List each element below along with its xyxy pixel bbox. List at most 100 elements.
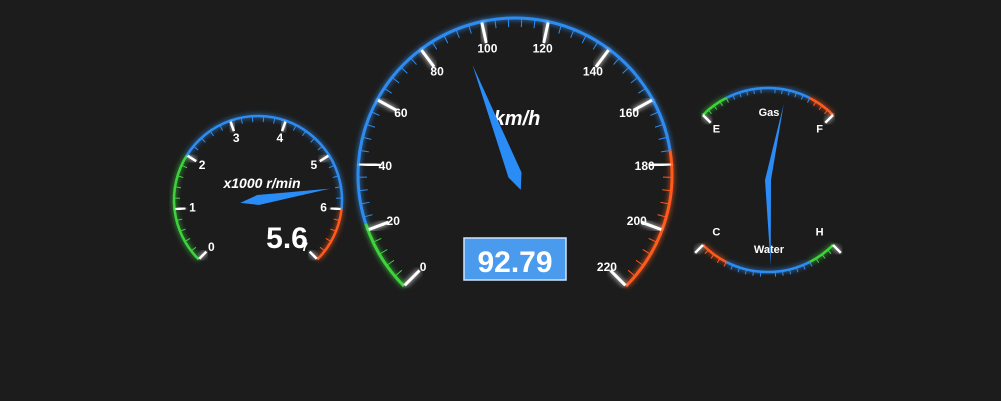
minor-tick bbox=[360, 150, 369, 153]
tick-label: 0 bbox=[208, 240, 215, 254]
tick-label: 20 bbox=[387, 214, 401, 228]
minor-tick bbox=[387, 259, 395, 266]
arc-band-0 bbox=[364, 223, 406, 288]
major-tick bbox=[280, 121, 287, 132]
tick-label: C bbox=[712, 227, 720, 239]
minor-tick bbox=[468, 25, 472, 34]
tick-label: 160 bbox=[619, 106, 639, 120]
minor-tick bbox=[319, 246, 325, 251]
gauge-name: Gas bbox=[759, 107, 780, 119]
minor-tick bbox=[201, 138, 206, 143]
gas-gauge: E F Gas bbox=[702, 86, 834, 180]
minor-tick bbox=[364, 214, 373, 218]
unit-label: x1000 r/min bbox=[222, 175, 300, 191]
tick-label: 6 bbox=[320, 201, 327, 215]
minor-tick bbox=[177, 218, 183, 221]
speed-gauge: 0 20 40 60 80 100 120 140 160 180 200 220 km/h 92.79 bbox=[356, 16, 674, 288]
minor-tick bbox=[330, 228, 336, 232]
tick-label: 120 bbox=[533, 41, 553, 55]
minor-tick bbox=[219, 125, 224, 131]
minor-tick bbox=[193, 146, 199, 151]
tick-label: 3 bbox=[233, 131, 240, 145]
minor-tick bbox=[455, 30, 460, 39]
major-tick bbox=[198, 250, 208, 260]
minor-tick bbox=[410, 58, 417, 65]
major-tick bbox=[832, 244, 842, 254]
minor-tick bbox=[638, 88, 646, 94]
minor-tick bbox=[395, 269, 403, 276]
major-tick bbox=[175, 206, 186, 211]
major-tick bbox=[359, 162, 381, 167]
gauge-pointer bbox=[240, 188, 331, 205]
minor-tick bbox=[317, 146, 323, 151]
minor-tick bbox=[384, 88, 392, 94]
tick-label: 40 bbox=[379, 159, 393, 173]
minor-tick bbox=[824, 109, 829, 115]
minor-tick bbox=[570, 30, 575, 39]
minor-tick bbox=[613, 58, 620, 65]
minor-tick bbox=[333, 218, 339, 221]
minor-tick bbox=[373, 237, 382, 243]
tick-label: 4 bbox=[276, 131, 283, 145]
minor-tick bbox=[827, 249, 832, 255]
minor-tick bbox=[660, 201, 669, 205]
minor-tick bbox=[180, 228, 186, 232]
minor-tick bbox=[443, 35, 449, 44]
minor-tick bbox=[710, 254, 715, 259]
value-readout: 5.6 bbox=[266, 222, 308, 255]
minor-tick bbox=[371, 111, 380, 116]
major-tick bbox=[330, 206, 341, 211]
tick-label: 220 bbox=[597, 260, 617, 274]
minor-tick bbox=[325, 238, 331, 242]
minor-tick bbox=[707, 109, 712, 115]
minor-tick bbox=[178, 175, 184, 179]
arc-band-2 bbox=[809, 244, 834, 264]
minor-tick bbox=[359, 189, 368, 192]
tick-label: 140 bbox=[583, 64, 603, 78]
minor-tick bbox=[182, 165, 188, 169]
tick-label: E bbox=[713, 123, 720, 135]
minor-tick bbox=[650, 111, 659, 116]
major-tick bbox=[403, 269, 421, 287]
minor-tick bbox=[210, 131, 214, 137]
minor-tick bbox=[367, 124, 376, 128]
minor-tick bbox=[310, 138, 315, 143]
tick-label: 2 bbox=[199, 158, 206, 172]
minor-tick bbox=[630, 77, 638, 84]
tick-label: 200 bbox=[627, 214, 647, 228]
minor-tick bbox=[361, 201, 370, 205]
major-tick bbox=[542, 22, 550, 44]
tick-label: H bbox=[816, 227, 824, 239]
unit-label: km/h bbox=[494, 108, 541, 130]
minor-tick bbox=[642, 249, 650, 255]
tick-label: 60 bbox=[394, 106, 408, 120]
minor-tick bbox=[328, 165, 334, 169]
tick-label: F bbox=[816, 123, 823, 135]
tick-label: 1 bbox=[189, 201, 196, 215]
gauge-name: Water bbox=[754, 244, 785, 256]
minor-tick bbox=[191, 246, 197, 251]
minor-tick bbox=[713, 105, 718, 110]
water-gauge: C H Water bbox=[694, 180, 842, 283]
minor-tick bbox=[627, 269, 635, 276]
minor-tick bbox=[658, 137, 667, 140]
minor-tick bbox=[635, 259, 643, 266]
minor-tick bbox=[273, 118, 276, 124]
tick-label: 5 bbox=[311, 158, 318, 172]
minor-tick bbox=[661, 150, 670, 153]
tick-label: 100 bbox=[477, 41, 497, 55]
minor-tick bbox=[558, 25, 562, 34]
minor-tick bbox=[392, 77, 400, 84]
value-readout: 92.79 bbox=[477, 246, 552, 279]
arc-band-2 bbox=[316, 209, 343, 261]
minor-tick bbox=[581, 35, 587, 44]
major-tick bbox=[702, 114, 712, 124]
tick-label: 0 bbox=[420, 260, 427, 274]
tick-label: 180 bbox=[635, 159, 655, 173]
minor-tick bbox=[240, 118, 243, 124]
major-tick bbox=[187, 154, 197, 163]
minor-tick bbox=[818, 105, 823, 110]
major-tick bbox=[229, 121, 236, 132]
minor-tick bbox=[175, 186, 182, 189]
minor-tick bbox=[662, 189, 671, 192]
